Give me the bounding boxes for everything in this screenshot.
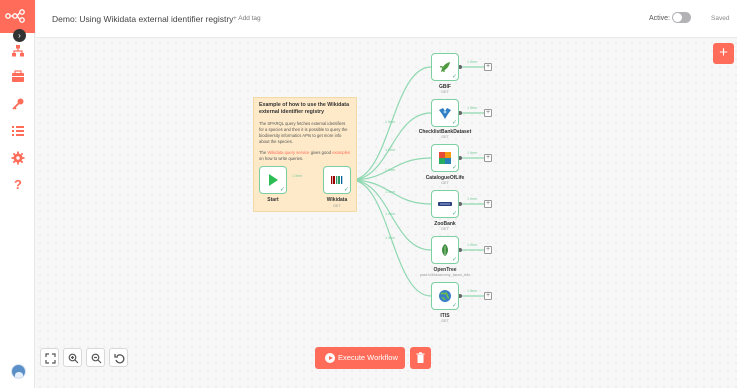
add-node-button[interactable]: + <box>484 154 492 162</box>
catalogueoflife-blocks-icon <box>439 152 451 164</box>
start-node[interactable]: ✓ <box>259 166 287 194</box>
examples-link[interactable]: examples <box>332 150 350 155</box>
add-node-button[interactable]: + <box>484 63 492 71</box>
output-item-label: 1 item <box>467 197 478 201</box>
zoobank-node-sub: GET <box>441 227 449 231</box>
sticky-note-mid: gives good <box>310 149 331 155</box>
output-item-label: 1 item <box>467 60 478 64</box>
sticky-body: The SPARQL query fetches external identi… <box>259 121 348 144</box>
itis-globe-icon <box>439 290 451 302</box>
output-item-label: 1 item <box>467 243 478 247</box>
catalogueoflife-node-sub: GET <box>441 181 449 185</box>
execute-workflow-button[interactable]: Execute Workflow <box>315 347 405 369</box>
wikidata-node-label: Wikidata <box>326 197 348 203</box>
wikidata-icon <box>331 176 343 184</box>
success-check-icon: ✓ <box>343 187 349 193</box>
checklistbank-node[interactable]: ✓ <box>431 99 459 127</box>
undo-icon <box>114 354 125 364</box>
catalogueoflife-node[interactable]: ✓ <box>431 144 459 172</box>
itis-node-sub: GET <box>441 319 449 323</box>
gbif-node[interactable]: ✓ <box>431 53 459 81</box>
checklistbank-bird-icon <box>439 108 451 119</box>
play-circle-icon <box>325 353 335 363</box>
gbif-node-sub: GET <box>441 90 449 94</box>
clear-execution-button[interactable] <box>410 347 431 369</box>
sticky-note-line: The Wikidata query service gives good ex… <box>259 150 351 162</box>
sticky-note[interactable]: Example of how to use the Wikidata exter… <box>253 97 357 212</box>
success-check-icon: ✓ <box>451 165 457 171</box>
sticky-title: Example of how to use the Wikidata exter… <box>259 102 350 116</box>
edge-item-label: 1 item <box>385 120 396 124</box>
zoom-in-button[interactable] <box>63 348 82 367</box>
success-check-icon: ✓ <box>451 257 457 263</box>
zoobank-node[interactable]: ✓ <box>431 190 459 218</box>
execute-workflow-label: Execute Workflow <box>338 353 398 362</box>
sticky-note-prefix: The <box>259 149 267 155</box>
wikidata-query-link[interactable]: Wikidata query service <box>267 150 309 155</box>
edge-item-label: 1 item <box>385 212 396 216</box>
success-check-icon: ✓ <box>451 74 457 80</box>
wikidata-node-sub: GET <box>333 204 341 208</box>
wikidata-node[interactable]: ✓ <box>323 166 351 194</box>
zoom-in-icon <box>68 353 79 364</box>
gbif-leaf-icon <box>439 62 450 73</box>
add-node-button[interactable]: + <box>484 200 492 208</box>
output-item-label: 1 item <box>467 151 478 155</box>
edge-item-label: 1 item <box>385 190 396 194</box>
edge-item-label: 1 item <box>385 236 396 240</box>
fit-view-icon <box>45 353 56 364</box>
edge-item-label: 1 item <box>385 168 396 172</box>
zoom-out-button[interactable] <box>86 348 105 367</box>
success-check-icon: ✓ <box>279 187 285 193</box>
checklistbank-node-sub: GET <box>441 135 449 139</box>
success-check-icon: ✓ <box>451 211 457 217</box>
add-node-button[interactable]: + <box>484 109 492 117</box>
opentree-leaf-icon <box>442 244 448 256</box>
add-node-button[interactable]: + <box>484 246 492 254</box>
success-check-icon: ✓ <box>451 303 457 309</box>
sticky-note-suffix: on how to write queries. <box>259 155 304 161</box>
edge-item-label: 1 item <box>385 148 396 152</box>
opentree-node-sub: post:/v3/taxonomy_taxon_info <box>419 273 471 277</box>
output-item-label: 1 item <box>467 289 478 293</box>
add-node-button[interactable]: + <box>484 292 492 300</box>
opentree-node[interactable]: ✓ <box>431 236 459 264</box>
zoobank-logo-icon <box>438 202 452 206</box>
success-check-icon: ✓ <box>451 120 457 126</box>
connections <box>286 65 484 298</box>
zoom-out-icon <box>91 353 102 364</box>
trash-icon <box>416 352 425 363</box>
zoom-to-fit-button[interactable] <box>40 348 59 367</box>
play-icon <box>269 174 278 186</box>
output-item-label: 1 item <box>467 106 478 110</box>
reset-zoom-button[interactable] <box>109 348 128 367</box>
itis-node[interactable]: ✓ <box>431 282 459 310</box>
edge-item-label: 1 item <box>292 174 303 178</box>
add-node-fab[interactable]: + <box>713 43 734 64</box>
